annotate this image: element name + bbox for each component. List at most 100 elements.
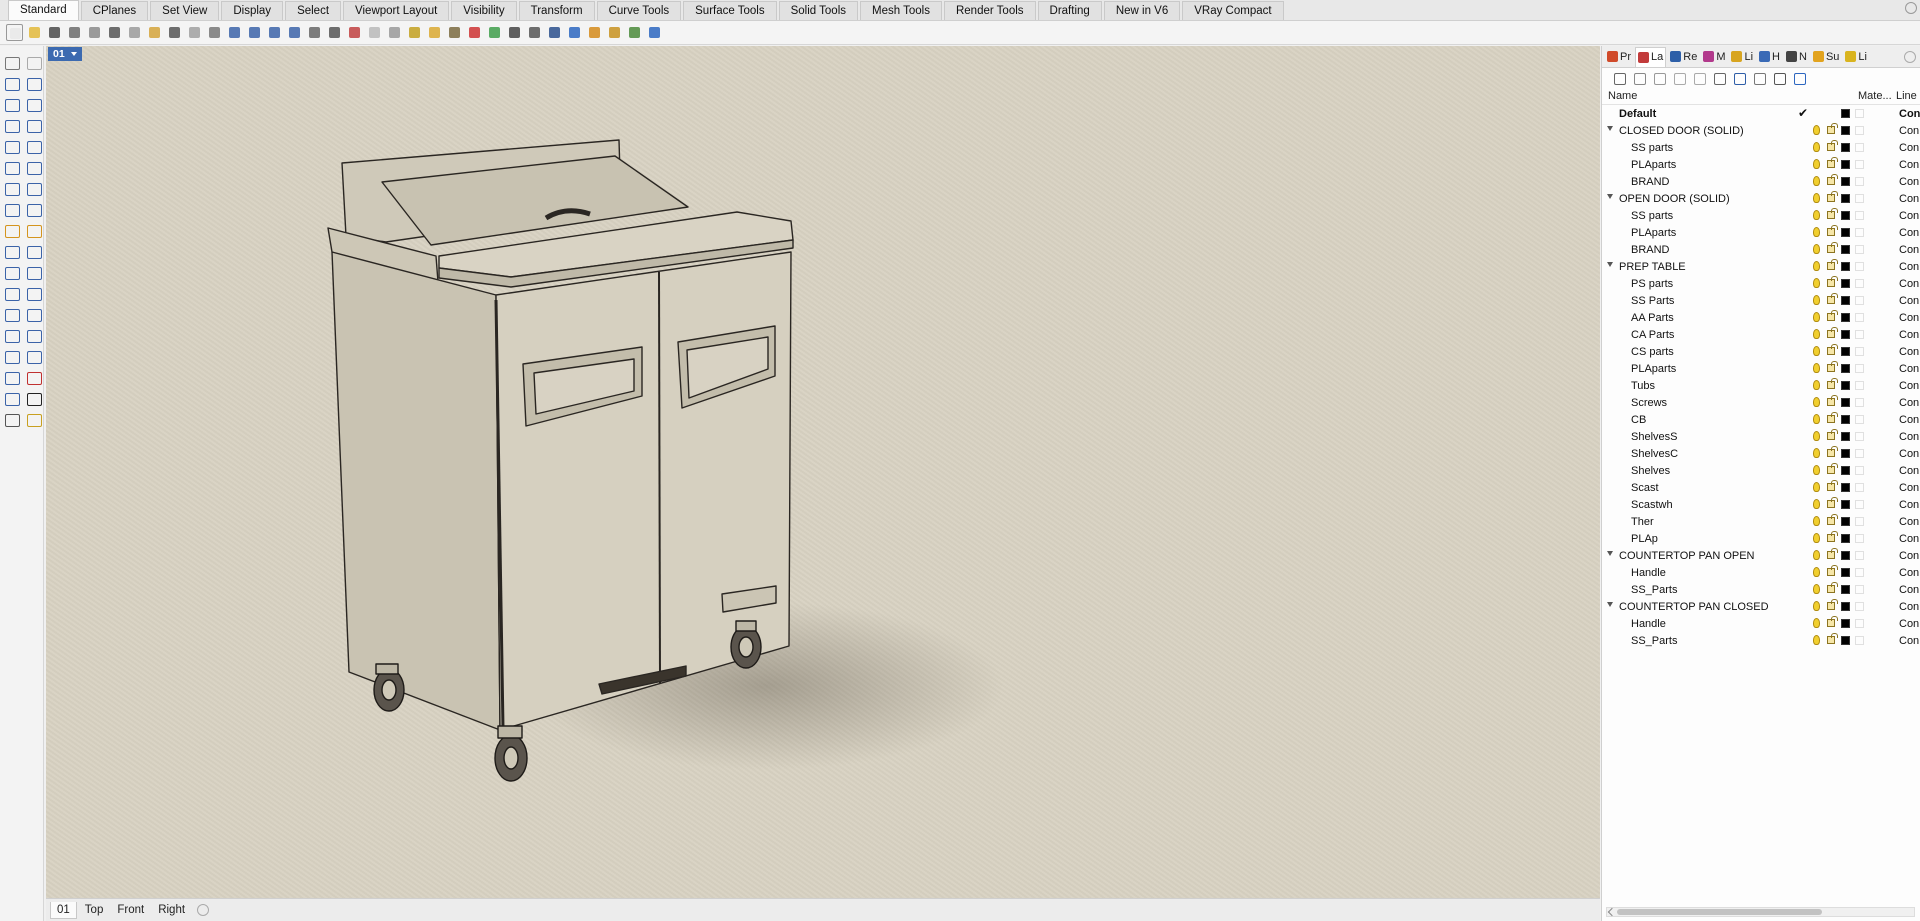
layer-color-swatch[interactable] (1841, 381, 1850, 390)
lock-icon[interactable] (406, 24, 423, 41)
layer-color-swatch[interactable] (1841, 568, 1850, 577)
ribbon-tab-mesh-tools[interactable]: Mesh Tools (860, 1, 942, 20)
layer-name[interactable]: SS Parts (1631, 295, 1674, 307)
lock-icon[interactable] (1827, 225, 1838, 236)
layer-color-swatch[interactable] (1841, 398, 1850, 407)
layer-name[interactable]: CB (1631, 414, 1646, 426)
settings-gear-icon[interactable] (606, 24, 623, 41)
lock-icon[interactable] (1827, 293, 1838, 304)
lock-icon[interactable] (1827, 242, 1838, 253)
layer-row[interactable]: Tubs Con (1602, 377, 1920, 394)
panel-settings-icon[interactable] (1904, 50, 1916, 63)
layer-row[interactable]: PLAparts Con (1602, 360, 1920, 377)
cplane-icon[interactable] (346, 24, 363, 41)
panel-tab-libraries[interactable]: Li (1729, 51, 1755, 63)
layer-row[interactable]: Default ✔ Con (1602, 105, 1920, 122)
layer-linetype[interactable]: Con (1899, 346, 1919, 358)
layer-row[interactable]: CB Con (1602, 411, 1920, 428)
lock-icon[interactable] (1827, 599, 1838, 610)
lights-icon[interactable] (3, 222, 20, 239)
expand-chevron-icon[interactable] (1607, 126, 1613, 131)
layer-linetype[interactable]: Con (1899, 210, 1919, 222)
layer-color-swatch[interactable] (1841, 347, 1850, 356)
layer-row[interactable]: AA Parts Con (1602, 309, 1920, 326)
layer-name[interactable]: ShelvesC (1631, 448, 1678, 460)
layer-material-swatch[interactable] (1855, 602, 1864, 611)
boolean-union-icon[interactable] (3, 264, 20, 281)
point-icon[interactable] (25, 54, 42, 71)
polyline-icon[interactable] (3, 75, 20, 92)
layer-name[interactable]: SS_Parts (1631, 635, 1677, 647)
panel-tab-named-views[interactable]: N (1784, 51, 1809, 63)
column-header-name[interactable]: Name (1608, 90, 1637, 102)
mesh-icon[interactable] (25, 201, 42, 218)
pan-icon[interactable] (186, 24, 203, 41)
arc-icon[interactable] (3, 117, 20, 134)
layer-row[interactable]: Screws Con (1602, 394, 1920, 411)
layer-name[interactable]: CS parts (1631, 346, 1674, 358)
layer-color-swatch[interactable] (1841, 109, 1850, 118)
rendered-sphere-icon[interactable] (546, 24, 563, 41)
lock-icon[interactable] (1827, 616, 1838, 627)
layer-color-swatch[interactable] (1841, 449, 1850, 458)
undo-view-icon[interactable] (306, 24, 323, 41)
visibility-bulb-icon[interactable] (1813, 397, 1820, 407)
render-preview-icon[interactable] (3, 411, 20, 428)
ribbon-tab-viewport-layout[interactable]: Viewport Layout (343, 1, 450, 20)
tools-icon[interactable] (1772, 71, 1786, 85)
layer-name[interactable]: SS parts (1631, 142, 1673, 154)
layer-row[interactable]: CA Parts Con (1602, 326, 1920, 343)
lock-icon[interactable] (1827, 378, 1838, 389)
trim-icon[interactable] (3, 243, 20, 260)
layer-material-swatch[interactable] (1855, 398, 1864, 407)
layer-color-swatch[interactable] (1841, 432, 1850, 441)
rectangle-icon[interactable] (25, 117, 42, 134)
layer-linetype[interactable]: Con (1899, 295, 1919, 307)
lock-icon[interactable] (1827, 565, 1838, 576)
layer-linetype[interactable]: Con (1899, 108, 1920, 120)
visibility-bulb-icon[interactable] (1813, 363, 1820, 373)
visibility-bulb-icon[interactable] (1813, 482, 1820, 492)
visibility-bulb-icon[interactable] (1813, 193, 1820, 203)
visibility-bulb-icon[interactable] (1813, 278, 1820, 288)
layer-linetype[interactable]: Con (1899, 142, 1919, 154)
four-viewports-icon[interactable] (326, 24, 343, 41)
visibility-bulb-icon[interactable] (1813, 448, 1820, 458)
layer-name[interactable]: SS_Parts (1631, 584, 1677, 596)
layer-name[interactable]: CLOSED DOOR (SOLID) (1619, 125, 1744, 137)
show-icon[interactable] (386, 24, 403, 41)
help-icon[interactable] (1792, 71, 1806, 85)
visibility-bulb-icon[interactable] (1813, 227, 1820, 237)
wireframe-sphere-icon[interactable] (506, 24, 523, 41)
lock-icon[interactable] (1827, 276, 1838, 287)
layer-name[interactable]: ShelvesS (1631, 431, 1677, 443)
lock-icon[interactable] (1827, 140, 1838, 151)
layer-name[interactable]: COUNTERTOP PAN CLOSED (1619, 601, 1769, 613)
viewport-title[interactable]: 01 (48, 47, 82, 61)
move-icon[interactable] (3, 285, 20, 302)
new-layer-icon[interactable] (1612, 71, 1626, 85)
layer-row[interactable]: SS_Parts Con (1602, 632, 1920, 649)
layer-name[interactable]: PLAparts (1631, 363, 1676, 375)
layer-linetype[interactable]: Con (1899, 125, 1919, 137)
visibility-bulb-icon[interactable] (1813, 295, 1820, 305)
ribbon-tab-transform[interactable]: Transform (518, 1, 595, 20)
layer-color-swatch[interactable] (1841, 313, 1850, 322)
lock-icon[interactable] (1827, 582, 1838, 593)
lock-icon[interactable] (1827, 395, 1838, 406)
layer-group-row[interactable]: COUNTERTOP PAN CLOSED Con (1602, 598, 1920, 615)
shaded-sphere-icon[interactable] (526, 24, 543, 41)
layer-material-swatch[interactable] (1855, 160, 1864, 169)
layer-linetype[interactable]: Con (1899, 533, 1919, 545)
box-icon[interactable] (3, 180, 20, 197)
layer-bulb-icon[interactable] (426, 24, 443, 41)
ellipse-icon[interactable] (25, 96, 42, 113)
layer-name[interactable]: Handle (1631, 618, 1666, 630)
zoom-window-icon[interactable] (246, 24, 263, 41)
layer-material-swatch[interactable] (1855, 296, 1864, 305)
surface-icon[interactable] (3, 159, 20, 176)
layer-color-swatch[interactable] (1841, 296, 1850, 305)
rotate-view-icon[interactable] (206, 24, 223, 41)
visibility-bulb-icon[interactable] (1813, 550, 1820, 560)
render-icon[interactable] (586, 24, 603, 41)
